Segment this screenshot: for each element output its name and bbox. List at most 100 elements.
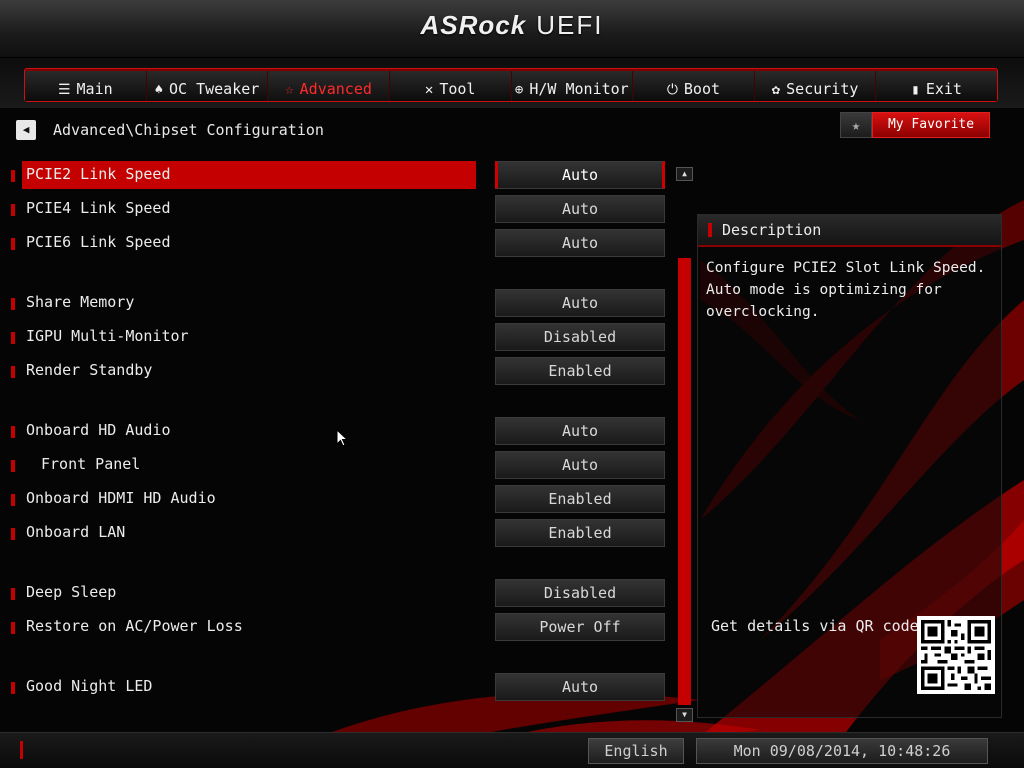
setting-value-button[interactable]: Auto [495,161,665,189]
row-marker [11,460,15,472]
arrow-left-icon: ◀ [22,123,30,136]
setting-value-button[interactable]: Auto [495,673,665,701]
product-name: UEFI [536,10,604,40]
row-marker [11,682,15,694]
setting-row-pcie4-link-speed[interactable]: PCIE4 Link Speed Auto [0,195,670,223]
row-marker [11,332,15,344]
tab-advanced[interactable]: ☆ Advanced [268,71,390,101]
setting-row-render-standby[interactable]: Render Standby Enabled [0,357,670,385]
tab-label: Boot [683,80,721,98]
tab-label: Advanced [299,80,372,98]
exit-door-icon: ▮ [911,82,920,98]
row-marker [11,494,15,506]
my-favorite-button[interactable]: ★ My Favorite [840,112,990,138]
row-marker [11,588,15,600]
language-button[interactable]: English [588,738,684,764]
asrock-uefi-logo: ASRock UEFI [0,10,1024,41]
setting-value-button[interactable]: Enabled [495,485,665,513]
setting-row-front-panel[interactable]: Front Panel Auto [0,451,670,479]
brand-name: ASRock [420,10,527,40]
setting-label: Share Memory [26,293,135,311]
setting-value-button[interactable]: Auto [495,195,665,223]
rocket-icon: ♠ [154,82,163,98]
star-icon: ☆ [285,82,294,98]
setting-label: Render Standby [26,361,153,379]
star-icon: ★ [840,112,872,138]
monitor-icon: ⊕ [514,82,524,98]
scroll-up-button[interactable]: ▲ [676,167,693,181]
scroll-down-button[interactable]: ▼ [676,708,693,722]
description-header: Description [698,215,1001,247]
tab-oc-tweaker[interactable]: ♠ OC Tweaker [146,71,269,101]
breadcrumb: Advanced\Chipset Configuration [53,121,324,139]
setting-value-button[interactable]: Auto [495,417,665,445]
favorite-label: My Favorite [872,112,990,138]
setting-value-button[interactable]: Disabled [495,579,665,607]
row-marker [11,238,15,250]
description-title: Description [722,221,822,239]
setting-row-good-night-led[interactable]: Good Night LED Auto [0,673,670,701]
arrow-down-icon: ▼ [682,710,687,719]
scrollbar-thumb[interactable] [678,258,691,705]
setting-row-deep-sleep[interactable]: Deep Sleep Disabled [0,579,670,607]
setting-row-restore-on-ac-power-loss[interactable]: Restore on AC/Power Loss Power Off [0,613,670,641]
qr-code-icon [921,620,991,690]
row-marker [11,426,15,438]
tools-icon: ✕ [424,82,434,98]
setting-row-igpu-multi-monitor[interactable]: IGPU Multi-Monitor Disabled [0,323,670,351]
tab-label: Exit [925,80,962,98]
setting-row-share-memory[interactable]: Share Memory Auto [0,289,670,317]
setting-row-pcie2-link-speed[interactable]: PCIE2 Link Speed Auto [0,161,670,189]
setting-row-onboard-hd-audio[interactable]: Onboard HD Audio Auto [0,417,670,445]
setting-label: Restore on AC/Power Loss [26,617,243,635]
setting-label: PCIE6 Link Speed [26,233,171,251]
tab-label: Tool [439,80,476,98]
power-icon: ⏻ [666,82,678,98]
arrow-up-icon: ▲ [682,169,687,178]
bottom-status-bar: English Mon 09/08/2014, 10:48:26 [0,732,1024,768]
setting-label: Front Panel [41,455,141,473]
setting-value-button[interactable]: Auto [495,451,665,479]
nav-bar: ☰ Main ♠ OC Tweaker ☆ Advanced ✕ Tool ⊕ … [24,68,998,102]
shield-icon: ✿ [771,82,781,98]
setting-label: Deep Sleep [26,583,117,601]
tab-exit[interactable]: ▮ Exit [876,71,997,101]
header-marker [708,223,712,237]
setting-value-button[interactable]: Enabled [495,519,665,547]
setting-value-button[interactable]: Enabled [495,357,665,385]
setting-row-pcie6-link-speed[interactable]: PCIE6 Link Speed Auto [0,229,670,257]
footer-marker [20,741,23,759]
description-text: Configure PCIE2 Slot Link Speed. Auto mo… [706,260,986,320]
setting-label: Onboard LAN [26,523,126,541]
date-time-display: Mon 09/08/2014, 10:48:26 [696,738,988,764]
setting-row-onboard-lan[interactable]: Onboard LAN Enabled [0,519,670,547]
row-marker [11,298,15,310]
row-marker [11,170,15,182]
main-nav: ☰ Main ♠ OC Tweaker ☆ Advanced ✕ Tool ⊕ … [0,58,1024,108]
list-icon: ☰ [57,82,71,98]
setting-label: PCIE2 Link Speed [26,165,171,183]
setting-label: PCIE4 Link Speed [26,199,171,217]
setting-value-button[interactable]: Power Off [495,613,665,641]
tab-label: Security [786,80,859,98]
row-marker [11,528,15,540]
tab-hw-monitor[interactable]: ⊕ H/W Monitor [511,71,634,101]
tab-main[interactable]: ☰ Main [25,71,147,101]
setting-value-button[interactable]: Auto [495,289,665,317]
tab-label: Main [76,80,113,98]
setting-label: Onboard HDMI HD Audio [26,489,216,507]
tab-boot[interactable]: ⏻ Boot [633,71,755,101]
tab-label: H/W Monitor [529,80,629,98]
tab-label: OC Tweaker [169,80,260,98]
setting-value-button[interactable]: Auto [495,229,665,257]
back-button[interactable]: ◀ [16,120,36,140]
row-marker [11,204,15,216]
tab-security[interactable]: ✿ Security [754,71,877,101]
setting-row-onboard-hdmi-hd-audio[interactable]: Onboard HDMI HD Audio Enabled [0,485,670,513]
tab-tool[interactable]: ✕ Tool [389,71,512,101]
setting-value-button[interactable]: Disabled [495,323,665,351]
row-marker [11,622,15,634]
setting-label: Good Night LED [26,677,153,695]
setting-label: IGPU Multi-Monitor [26,327,189,345]
top-header: ASRock UEFI [0,0,1024,58]
